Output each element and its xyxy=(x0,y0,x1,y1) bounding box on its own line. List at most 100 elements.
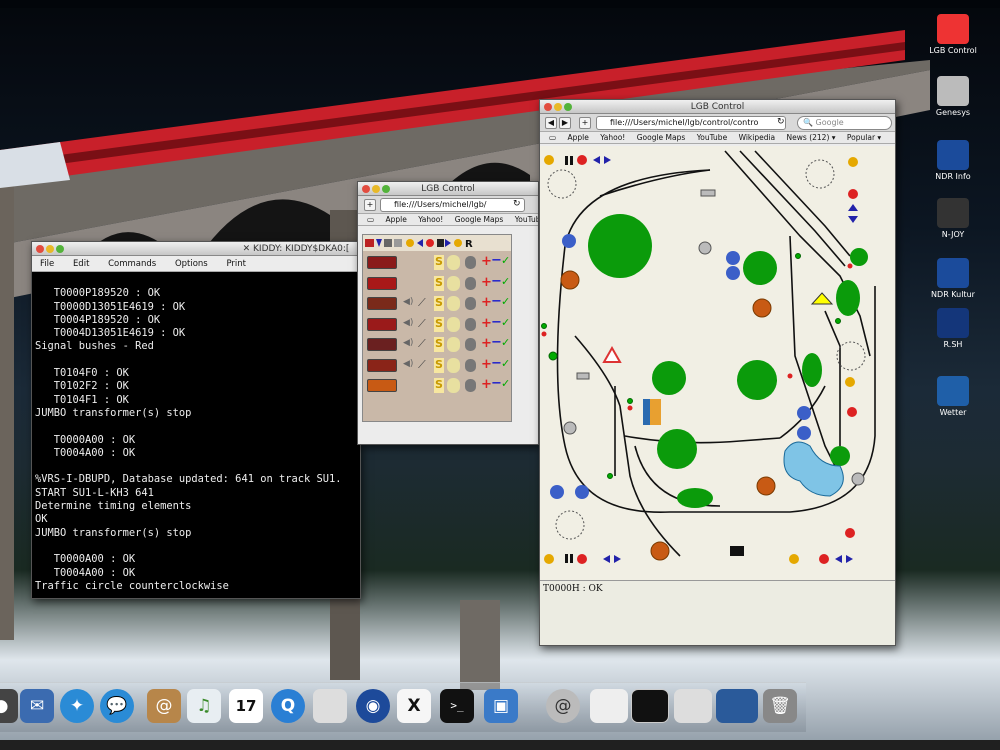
x11-icon[interactable]: X xyxy=(397,689,431,723)
trash-icon[interactable]: 🗑 xyxy=(763,689,797,723)
big-browser-window[interactable]: LGB Control ◀ ▶ + file:///Users/michel/l… xyxy=(539,99,896,646)
menu-file[interactable]: File xyxy=(40,259,54,269)
close-button[interactable] xyxy=(36,245,44,253)
minimized-window-1[interactable] xyxy=(590,689,628,723)
check-icon[interactable]: ✓ xyxy=(501,316,510,329)
pantograph-icon[interactable]: ⟋ xyxy=(418,317,426,331)
minimized-window-2[interactable] xyxy=(631,689,669,723)
lightbulb-icon[interactable] xyxy=(447,296,460,311)
terminal-titlebar[interactable]: ✕ KIDDY: KIDDY$DKA0:[ xyxy=(32,242,360,256)
big-url-field[interactable]: file:///Users/michel/lgb/control/contro xyxy=(596,116,786,130)
small-url-field[interactable]: file:///Users/michel/lgb/ xyxy=(380,198,525,212)
sound-icon[interactable]: ◀) xyxy=(403,359,413,369)
locomotive-icon[interactable] xyxy=(367,256,397,269)
lightbulb-icon[interactable] xyxy=(447,316,460,332)
check-icon[interactable]: ✓ xyxy=(501,254,510,267)
loco-row[interactable]: ◀) ⟋ S + − ✓ xyxy=(363,315,511,335)
bookmark-apple[interactable]: Apple xyxy=(567,133,588,142)
bookmark-popular[interactable]: Popular ▾ xyxy=(847,133,881,142)
close-button[interactable] xyxy=(544,103,552,111)
loco-function-s[interactable]: S xyxy=(434,316,444,332)
bookmark-yahoo[interactable]: Yahoo! xyxy=(600,133,625,142)
loco-function-s[interactable]: S xyxy=(434,255,444,270)
book-icon[interactable]: ▭ xyxy=(549,133,556,142)
locomotive-icon[interactable] xyxy=(367,297,397,310)
check-icon[interactable]: ✓ xyxy=(501,336,510,349)
loco-function-s[interactable]: S xyxy=(434,378,444,393)
locomotive-icon[interactable] xyxy=(367,317,397,331)
quicktime-icon[interactable]: Q xyxy=(271,689,305,723)
horn-icon[interactable] xyxy=(465,256,476,269)
bookmark-wikipedia[interactable]: Wikipedia xyxy=(739,133,776,142)
small-browser-titlebar[interactable]: LGB Control xyxy=(358,182,538,196)
desktop-icon[interactable]: Genesys xyxy=(918,76,988,117)
loco-control-header-icons[interactable]: R xyxy=(363,235,511,251)
desktop-icon[interactable]: R.SH xyxy=(918,308,988,349)
menu-commands[interactable]: Commands xyxy=(108,259,156,269)
sound-icon[interactable]: ◀) xyxy=(403,338,413,348)
mail-at-icon[interactable]: @ xyxy=(546,689,580,723)
terminal-window[interactable]: ✕ KIDDY: KIDDY$DKA0:[ File Edit Commands… xyxy=(31,241,361,599)
menu-options[interactable]: Options xyxy=(175,259,208,269)
locomotive-icon[interactable] xyxy=(367,358,397,372)
loco-function-s[interactable]: S xyxy=(434,357,444,373)
small-browser-window[interactable]: LGB Control + file:///Users/michel/lgb/ … xyxy=(357,181,539,445)
check-icon[interactable]: ✓ xyxy=(501,295,510,308)
big-browser-titlebar[interactable]: LGB Control xyxy=(540,100,895,114)
dock-app-icon[interactable]: ● xyxy=(0,689,18,723)
horn-icon[interactable] xyxy=(465,276,476,290)
add-bookmark-button[interactable]: + xyxy=(579,117,591,129)
forward-button[interactable]: ▶ xyxy=(559,117,571,129)
reload-icon[interactable]: ↻ xyxy=(513,199,521,209)
search-field[interactable]: 🔍 Google xyxy=(797,116,892,130)
loco-row[interactable]: ◀) ⟋ S + − ✓ xyxy=(363,335,511,355)
mail-eagle-icon[interactable]: ✉ xyxy=(20,689,54,723)
pantograph-icon[interactable]: ⟋ xyxy=(418,337,426,351)
track-layout-panel[interactable] xyxy=(540,146,895,580)
horn-icon[interactable] xyxy=(465,297,476,310)
minimize-button[interactable] xyxy=(372,185,380,193)
ichat-icon[interactable]: 💬 xyxy=(100,689,134,723)
horn-icon[interactable] xyxy=(465,317,476,331)
loco-row[interactable]: S + − ✓ xyxy=(363,274,511,294)
reload-icon[interactable]: ↻ xyxy=(777,117,785,127)
horn-icon[interactable] xyxy=(465,358,476,372)
check-icon[interactable]: ✓ xyxy=(501,275,510,288)
book-icon[interactable]: ▭ xyxy=(367,215,374,224)
loco-function-s[interactable]: S xyxy=(434,337,444,352)
zoom-button[interactable] xyxy=(382,185,390,193)
lightbulb-icon[interactable] xyxy=(447,378,460,393)
bookmark-yahoo[interactable]: Yahoo! xyxy=(418,215,443,224)
minimized-window-3[interactable] xyxy=(674,689,712,723)
sound-icon[interactable]: ◀) xyxy=(403,318,413,328)
menu-edit[interactable]: Edit xyxy=(73,259,89,269)
bookmark-google-maps[interactable]: Google Maps xyxy=(637,133,686,142)
lightbulb-icon[interactable] xyxy=(447,357,460,373)
locomotive-icon[interactable] xyxy=(367,379,397,392)
lightbulb-icon[interactable] xyxy=(447,275,460,291)
minimize-button[interactable] xyxy=(554,103,562,111)
loco-row[interactable]: ◀) ⟋ S + − ✓ xyxy=(363,356,511,376)
loco-function-s[interactable]: S xyxy=(434,275,444,291)
lightbulb-icon[interactable] xyxy=(447,337,460,352)
terminal-output[interactable]: T0000P189520 : OK T0000D13051E4619 : OK … xyxy=(32,272,360,598)
zoom-button[interactable] xyxy=(56,245,64,253)
terminal-icon[interactable]: >_ xyxy=(440,689,474,723)
check-icon[interactable]: ✓ xyxy=(501,357,510,370)
locomotive-icon[interactable] xyxy=(367,276,397,290)
zoom-button[interactable] xyxy=(564,103,572,111)
check-icon[interactable]: ✓ xyxy=(501,377,510,390)
desktop-icon[interactable]: NDR Kultur xyxy=(918,258,988,299)
loco-row[interactable]: ◀) ⟋ S + − ✓ xyxy=(363,294,511,314)
locomotive-icon[interactable] xyxy=(367,338,397,351)
desktop-icon[interactable]: NDR Info xyxy=(918,140,988,181)
desktop-icon[interactable]: Wetter xyxy=(918,376,988,417)
add-bookmark-button[interactable]: + xyxy=(364,199,376,211)
minimize-button[interactable] xyxy=(46,245,54,253)
bookmark-youtube[interactable]: YouTube xyxy=(515,215,538,224)
lightbulb-icon[interactable] xyxy=(447,255,460,270)
pantograph-icon[interactable]: ⟋ xyxy=(418,296,426,310)
loco-row[interactable]: S + − ✓ xyxy=(363,253,511,273)
loco-function-s[interactable]: S xyxy=(434,296,444,311)
menu-print[interactable]: Print xyxy=(226,259,246,269)
